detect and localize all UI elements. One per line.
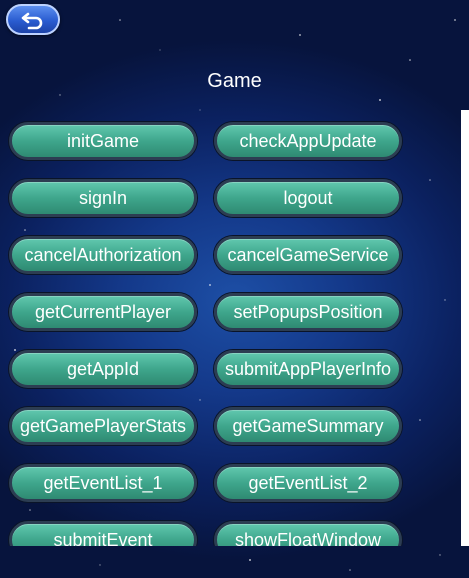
show-float-window-button[interactable]: showFloatWindow — [214, 521, 402, 546]
submit-app-player-info-button[interactable]: submitAppPlayerInfo — [214, 350, 402, 388]
scrollbar[interactable] — [461, 110, 469, 546]
submit-event-button[interactable]: submitEvent — [9, 521, 197, 546]
get-game-player-stats-button[interactable]: getGamePlayerStats — [9, 407, 197, 445]
cancel-authorization-button[interactable]: cancelAuthorization — [9, 236, 197, 274]
get-event-list-2-button[interactable]: getEventList_2 — [214, 464, 402, 502]
check-app-update-button[interactable]: checkAppUpdate — [214, 122, 402, 160]
back-arrow-icon — [21, 12, 43, 29]
get-current-player-button[interactable]: getCurrentPlayer — [9, 293, 197, 331]
sign-in-button[interactable]: signIn — [9, 179, 197, 217]
set-popups-position-button[interactable]: setPopupsPosition — [214, 293, 402, 331]
back-button[interactable] — [6, 4, 60, 35]
get-game-summary-button[interactable]: getGameSummary — [214, 407, 402, 445]
get-event-list-1-button[interactable]: getEventList_1 — [9, 464, 197, 502]
page-title: Game — [207, 70, 262, 92]
get-app-id-button[interactable]: getAppId — [9, 350, 197, 388]
cancel-game-service-button[interactable]: cancelGameService — [214, 236, 402, 274]
logout-button[interactable]: logout — [214, 179, 402, 217]
init-game-button[interactable]: initGame — [9, 122, 197, 160]
button-list: initGame checkAppUpdate signIn logout ca… — [0, 112, 460, 546]
